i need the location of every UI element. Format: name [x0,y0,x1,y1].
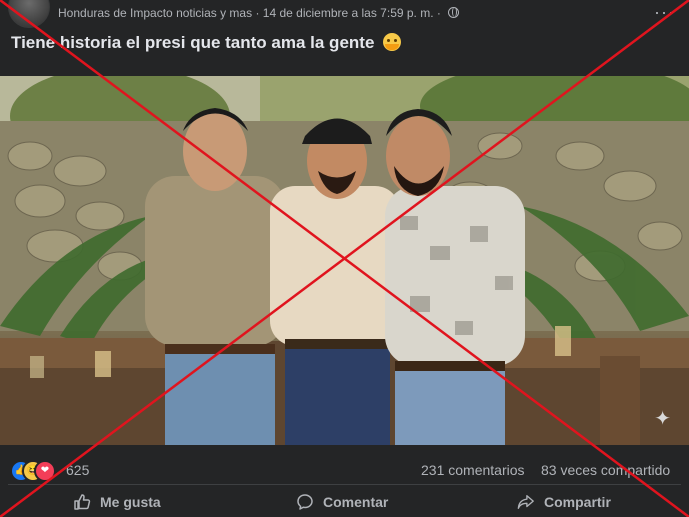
comment-label: Comentar [323,493,389,510]
comments-count[interactable]: 231 comentarios [421,462,525,478]
post-caption-text: Tiene historia el presi que tanto ama la… [11,33,375,52]
page-avatar[interactable] [8,0,50,28]
share-button[interactable]: Compartir [517,486,611,517]
post-photo[interactable]: ✦ [0,76,689,445]
post-meta: Honduras de Impacto noticias y mas · 14 … [58,6,460,20]
share-label: Compartir [544,493,611,510]
post-caption: Tiene historia el presi que tanto ama la… [11,33,402,53]
action-divider [8,484,681,485]
hugging-face-emoji-icon [383,33,402,51]
reaction-icons[interactable]: 👍 😆 ❤ [10,460,62,482]
globe-icon [448,7,460,18]
share-arrow-icon [517,493,535,511]
comment-bubble-icon [296,493,314,511]
comment-button[interactable]: Comentar [296,486,388,517]
photo-illustration [0,76,689,445]
page-name[interactable]: Honduras de Impacto noticias y mas [58,6,252,20]
post-actions: Me gusta Comentar Compartir [0,486,689,517]
post-stats: 👍 😆 ❤ 625 231 comentarios 83 veces compa… [0,452,689,488]
post-header: Honduras de Impacto noticias y mas · 14 … [0,0,689,28]
meta-separator: · [255,6,260,20]
thumbs-up-icon [73,493,91,511]
more-options-icon[interactable]: ··· [654,2,675,23]
like-label: Me gusta [100,493,161,510]
shares-count[interactable]: 83 veces compartido [541,462,670,478]
love-reaction-icon: ❤ [34,460,56,482]
like-button[interactable]: Me gusta [73,486,161,517]
post-timestamp[interactable]: 14 de diciembre a las 7:59 p. m. [263,6,434,20]
reaction-count[interactable]: 625 [66,462,89,478]
sparkle-icon: ✦ [654,408,671,430]
meta-separator-2: · [436,6,441,20]
